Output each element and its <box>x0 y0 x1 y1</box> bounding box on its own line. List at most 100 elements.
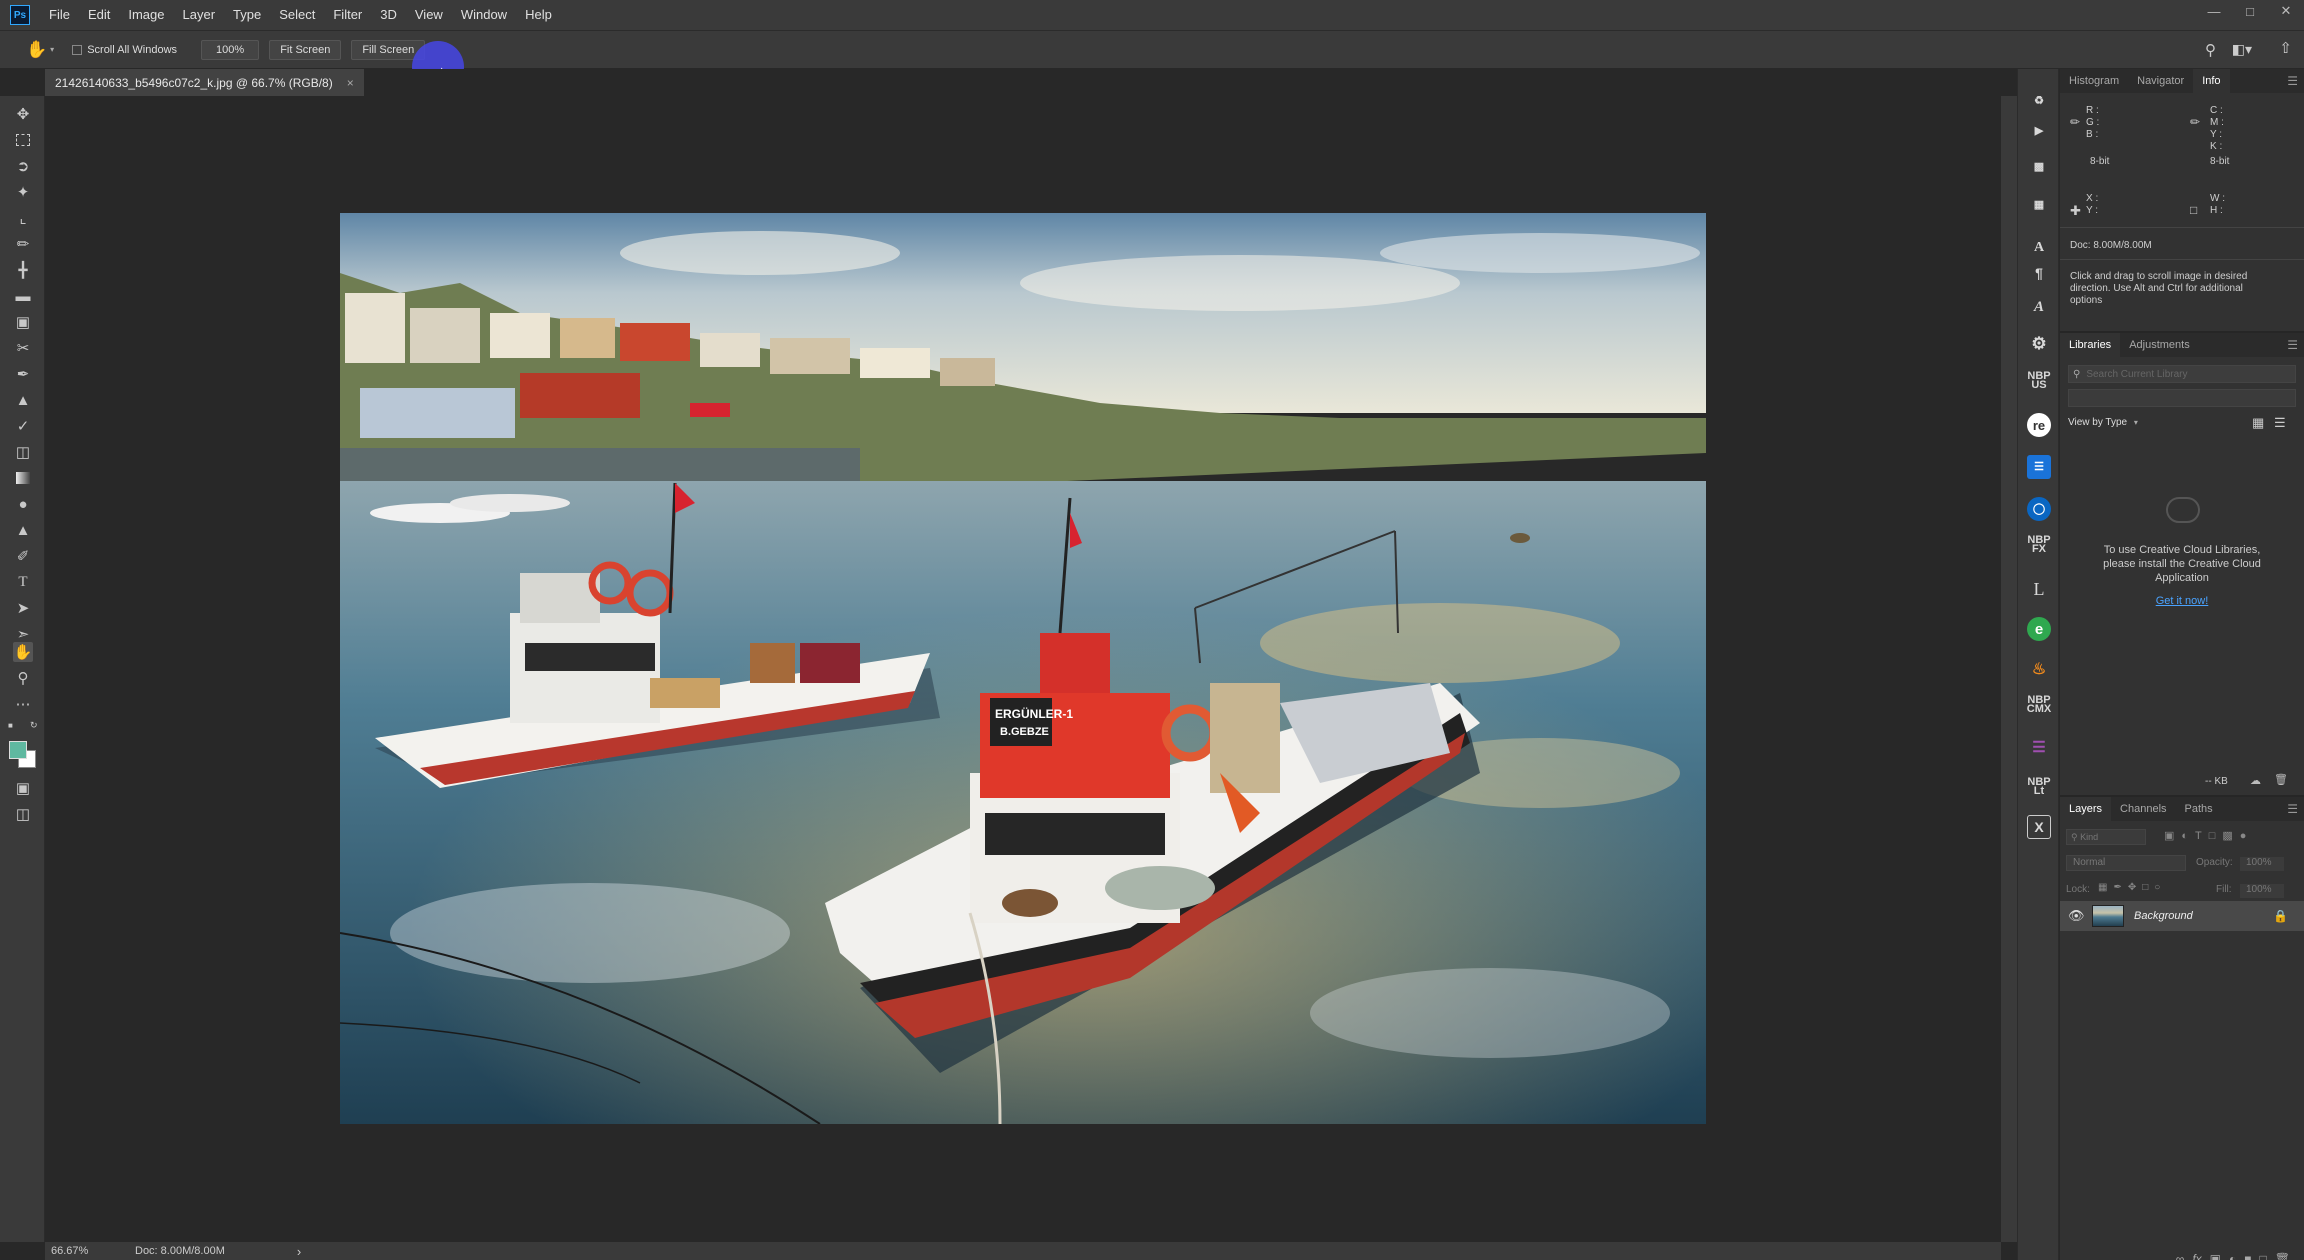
type-tool-icon[interactable]: T <box>13 572 33 592</box>
document-tab[interactable]: 21426140633_b5496c07c2_k.jpg @ 66.7% (RG… <box>45 69 364 96</box>
view-by-type-dropdown[interactable]: View by Type ▾ <box>2068 417 2138 428</box>
layers-menu-icon[interactable]: ☰ <box>2287 802 2298 816</box>
tab-paths[interactable]: Paths <box>2176 797 2222 821</box>
layer-visibility-eye-icon[interactable]: 👁 <box>2068 908 2088 924</box>
l-plugin-icon[interactable]: L <box>2027 577 2051 601</box>
x-plugin-icon[interactable]: X <box>2027 815 2051 839</box>
menu-layer[interactable]: Layer <box>174 0 225 30</box>
info-circle-plugin-icon[interactable]: ◯ <box>2027 497 2051 521</box>
library-search-input[interactable]: ⚲ Search Current Library <box>2068 365 2296 383</box>
delete-layer-icon[interactable]: 🗑 <box>2275 1252 2290 1260</box>
search-icon[interactable]: ⚲ <box>2205 41 2216 59</box>
path-selection-tool-icon[interactable]: ➤ <box>13 598 33 618</box>
libraries-menu-icon[interactable]: ☰ <box>2287 338 2298 352</box>
menu-filter[interactable]: Filter <box>324 0 371 30</box>
pen-tool-icon[interactable]: ✐ <box>13 546 33 566</box>
opacity-value[interactable]: 100% <box>2240 857 2284 871</box>
scroll-all-windows-checkbox[interactable]: Scroll All Windows <box>72 44 177 56</box>
lock-icons[interactable]: ▦✒✥□○ <box>2098 882 2166 893</box>
clone-stamp-tool-icon[interactable]: ▲ <box>13 390 33 410</box>
character-icon[interactable]: A <box>2027 235 2051 259</box>
menu-image[interactable]: Image <box>119 0 173 30</box>
menu-edit[interactable]: Edit <box>79 0 119 30</box>
swap-colors-icon[interactable]: ↻ <box>30 720 38 731</box>
properties-icon[interactable]: ▩ <box>2027 155 2051 179</box>
blend-mode-dropdown[interactable]: Normal <box>2066 855 2186 871</box>
get-it-now-link[interactable]: Get it now! <box>2060 595 2304 607</box>
magic-wand-tool-icon[interactable]: ✦ <box>13 182 33 202</box>
actions-play-icon[interactable]: ▶ <box>2027 119 2051 143</box>
tab-adjustments[interactable]: Adjustments <box>2120 333 2199 357</box>
fill-value[interactable]: 100% <box>2240 884 2284 898</box>
layer-name[interactable]: Background <box>2134 910 2193 922</box>
nbp-us-plugin-icon[interactable]: NBP US <box>2027 369 2051 393</box>
document-image[interactable]: ERGÜNLER-1 B.GEBZE <box>340 213 1706 1124</box>
checkbox-box[interactable] <box>72 44 83 55</box>
close-tab-icon[interactable]: × <box>347 76 354 90</box>
link-layers-icon[interactable]: ∞ <box>2176 1252 2185 1260</box>
layer-filter-kind[interactable]: ⚲ Kind <box>2066 829 2146 845</box>
brush-tool-icon[interactable]: ✒ <box>13 364 33 384</box>
library-trash-icon[interactable]: 🗑 <box>2274 773 2288 786</box>
flame-plugin-icon[interactable]: ♨ <box>2027 657 2051 681</box>
layer-filter-icons[interactable]: ▣◐T□▩● <box>2164 829 2253 842</box>
menu-view[interactable]: View <box>406 0 452 30</box>
blur-tool-icon[interactable]: ● <box>13 494 33 514</box>
list-view-icon[interactable]: ☰ <box>2274 415 2286 431</box>
zoom-100-button[interactable]: 100% <box>201 39 260 60</box>
settings-gear-icon[interactable]: ⚙ <box>2027 331 2051 355</box>
menu-3d[interactable]: 3D <box>371 0 406 30</box>
pen-anchor-tool-icon[interactable]: ➣ <box>13 624 33 644</box>
tab-channels[interactable]: Channels <box>2111 797 2175 821</box>
tab-histogram[interactable]: Histogram <box>2060 69 2128 93</box>
close-icon[interactable]: ✕ <box>2268 0 2304 22</box>
history-icon[interactable]: ♻ <box>2027 89 2051 113</box>
quick-mask-icon[interactable]: ▣ <box>13 778 33 798</box>
status-menu-arrow-icon[interactable]: › <box>297 1244 301 1259</box>
minimize-icon[interactable]: — <box>2196 0 2232 22</box>
ruler-tool-icon[interactable]: ▬ <box>13 286 33 306</box>
more-tools-icon[interactable]: ⋯ <box>13 694 33 714</box>
tab-navigator[interactable]: Navigator <box>2128 69 2193 93</box>
nbp-fx-plugin-icon[interactable]: NBP FX <box>2027 533 2051 557</box>
re-plugin-icon[interactable]: re <box>2027 413 2051 437</box>
new-layer-icon[interactable]: □ <box>2260 1252 2267 1260</box>
photoshop-logo-icon[interactable]: Ps <box>10 5 30 25</box>
glyphs-icon[interactable]: A <box>2027 295 2051 319</box>
eraser-tool-icon[interactable]: ◫ <box>13 442 33 462</box>
zoom-level[interactable]: 66.67% <box>51 1245 121 1257</box>
layer-row-background[interactable]: 👁 Background 🔒 <box>2060 901 2304 931</box>
fit-screen-button[interactable]: Fit Screen <box>269 39 342 60</box>
foreground-color-swatch[interactable] <box>9 741 27 759</box>
default-colors-icon[interactable]: ■ <box>8 721 13 730</box>
new-group-icon[interactable]: ■ <box>2244 1252 2251 1260</box>
marquee-tool-icon[interactable] <box>13 130 33 150</box>
stamp-tool-icon[interactable]: ▣ <box>13 312 33 332</box>
bars-plugin-icon[interactable]: ☰ <box>2027 735 2051 759</box>
screen-mode-icon[interactable]: ◫ <box>13 804 33 824</box>
panel-menu-icon[interactable]: ☰ <box>2287 74 2298 88</box>
workspace-icon[interactable]: ◧▾ <box>2232 41 2252 58</box>
e-plugin-icon[interactable]: e <box>2027 617 2051 641</box>
tab-info[interactable]: Info <box>2193 69 2230 93</box>
hand-tool-preset-icon[interactable]: ✋ <box>26 40 47 60</box>
canvas-area[interactable]: ERGÜNLER-1 B.GEBZE <box>45 96 2001 1242</box>
nbp-cmx-plugin-icon[interactable]: NBP CMX <box>2027 693 2051 717</box>
gradient-tool-icon[interactable] <box>13 468 33 488</box>
nbp-lt-plugin-icon[interactable]: NBP Lt <box>2027 775 2051 799</box>
healing-brush-tool-icon[interactable]: ╋ <box>13 260 33 280</box>
history-brush-tool-icon[interactable]: ✓ <box>13 416 33 436</box>
menu-help[interactable]: Help <box>516 0 561 30</box>
menu-type[interactable]: Type <box>224 0 270 30</box>
menu-select[interactable]: Select <box>270 0 324 30</box>
align-plugin-icon[interactable]: ☰ <box>2027 455 2051 479</box>
crop-tool-icon[interactable]: ⌞ <box>13 208 33 228</box>
maximize-icon[interactable]: □ <box>2232 0 2268 22</box>
adjustment-layer-icon[interactable]: ◐ <box>2229 1252 2236 1260</box>
library-dropdown[interactable] <box>2068 389 2296 407</box>
add-mask-icon[interactable]: ▣ <box>2210 1252 2221 1260</box>
paragraph-icon[interactable]: ¶ <box>2027 261 2051 285</box>
hand-tool-icon[interactable]: ✋ <box>13 642 33 662</box>
lasso-tool-icon[interactable]: ➲ <box>13 156 33 176</box>
menu-file[interactable]: File <box>40 0 79 30</box>
